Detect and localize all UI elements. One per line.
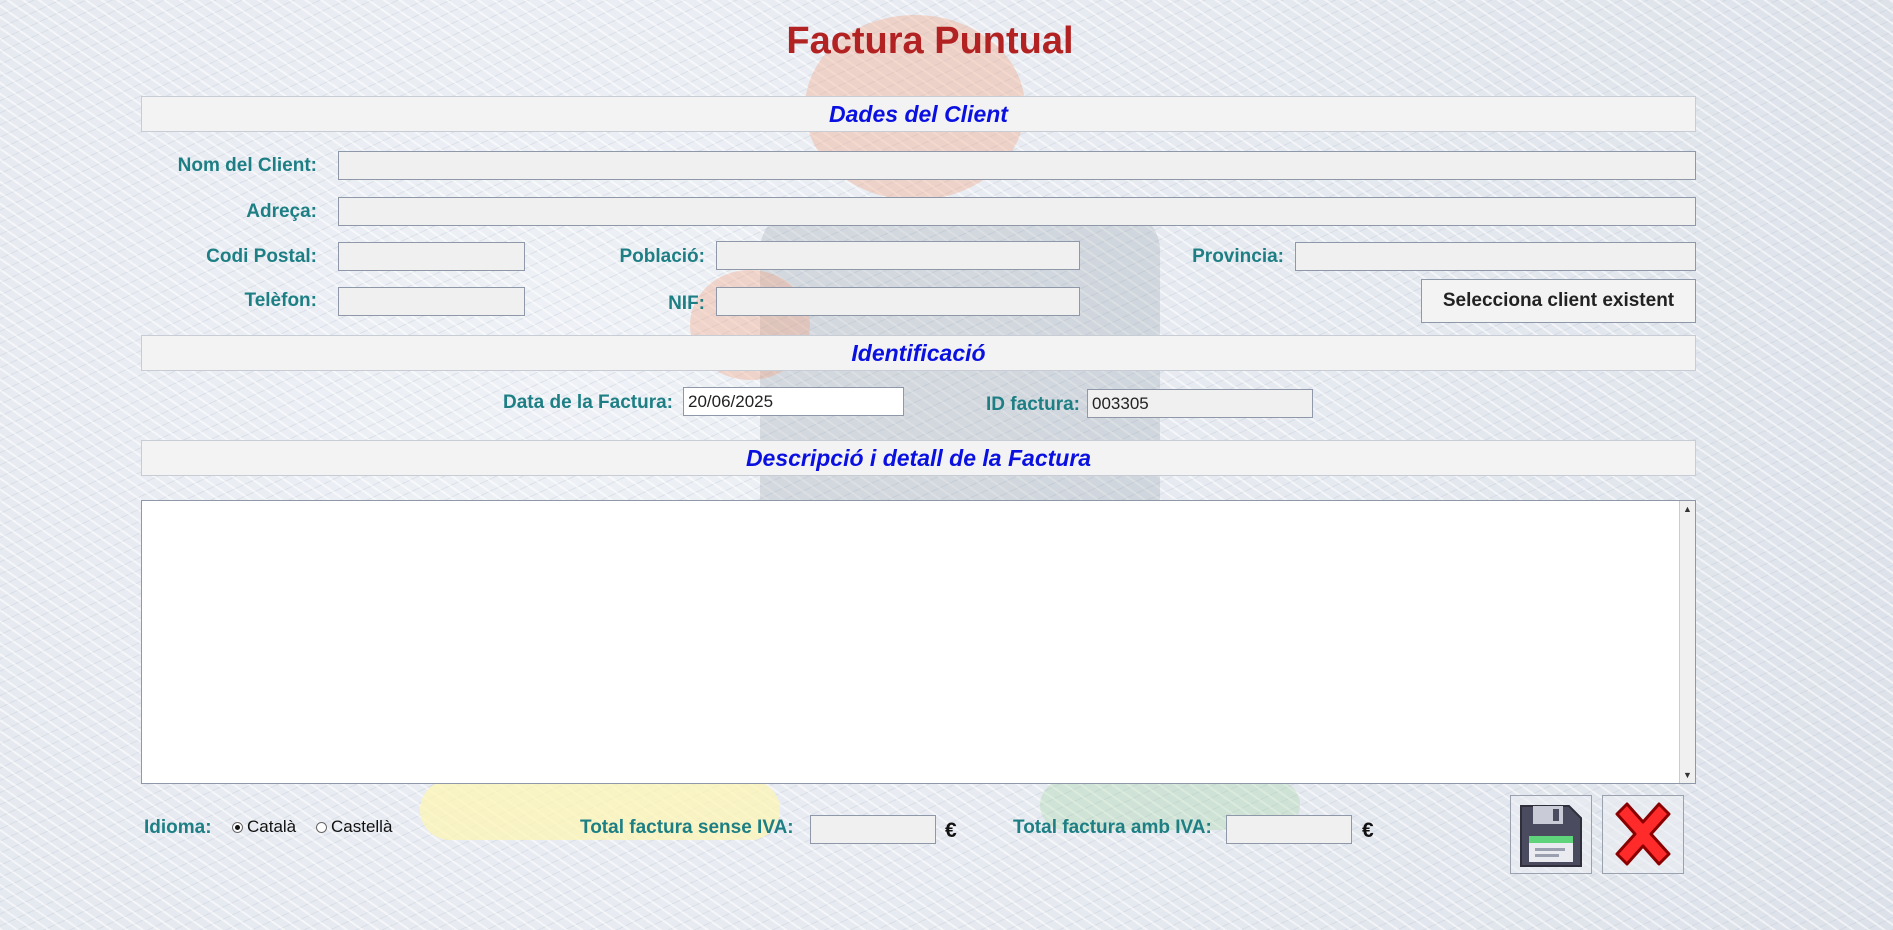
phone-field[interactable]	[338, 287, 525, 316]
red-x-icon	[1615, 802, 1671, 866]
total-no-vat-label: Total factura sense IVA:	[580, 817, 794, 838]
language-option-catala: Català	[247, 817, 297, 836]
total-vat-label: Total factura amb IVA:	[1013, 817, 1212, 838]
radio-unselected-icon[interactable]	[316, 822, 327, 834]
description-textarea[interactable]: ▲ ▼	[141, 500, 1696, 784]
section-header-description: Descripció i detall de la Factura	[141, 440, 1696, 476]
phone-label: Telèfon:	[244, 290, 317, 311]
language-label: Idioma:	[144, 817, 212, 838]
town-field[interactable]	[716, 241, 1080, 270]
province-label: Provincia:	[1192, 246, 1284, 267]
address-field[interactable]	[338, 197, 1696, 226]
close-button[interactable]	[1602, 795, 1684, 874]
nif-label: NIF:	[668, 293, 705, 314]
invoice-date-field[interactable]: 20/06/2025	[683, 387, 904, 416]
euro-sign-2: €	[1362, 819, 1374, 842]
language-radio-castella[interactable]: Castellà	[316, 817, 392, 837]
total-no-vat-field	[810, 815, 936, 844]
floppy-disk-icon	[1520, 805, 1582, 867]
town-label: Població:	[619, 246, 705, 267]
address-label: Adreça:	[246, 201, 317, 222]
scroll-down-icon[interactable]: ▼	[1680, 767, 1695, 783]
postal-code-field[interactable]	[338, 242, 525, 271]
section-header-identification: Identificació	[141, 335, 1696, 371]
euro-sign-1: €	[945, 819, 957, 842]
nif-field[interactable]	[716, 287, 1080, 316]
invoice-id-label: ID factura:	[986, 394, 1080, 415]
select-existing-client-button[interactable]: Selecciona client existent	[1421, 279, 1696, 323]
scroll-up-icon[interactable]: ▲	[1680, 501, 1695, 517]
save-button[interactable]	[1510, 795, 1592, 874]
section-header-client: Dades del Client	[141, 96, 1696, 132]
factura-puntual-window: { "window": { "title": "Factura Puntual"…	[0, 0, 1893, 930]
province-field[interactable]	[1295, 242, 1696, 271]
postal-code-label: Codi Postal:	[206, 246, 317, 267]
client-name-label: Nom del Client:	[177, 155, 317, 176]
total-vat-field	[1226, 815, 1352, 844]
language-option-castella: Castellà	[331, 817, 393, 836]
radio-selected-icon[interactable]	[232, 822, 243, 834]
invoice-id-field: 003305	[1087, 389, 1313, 418]
client-name-field[interactable]	[338, 151, 1696, 180]
page-title: Factura Puntual	[786, 20, 1074, 62]
invoice-date-label: Data de la Factura:	[503, 392, 673, 413]
description-scrollbar[interactable]: ▲ ▼	[1679, 501, 1695, 783]
language-radio-catala[interactable]: Català	[232, 817, 296, 837]
